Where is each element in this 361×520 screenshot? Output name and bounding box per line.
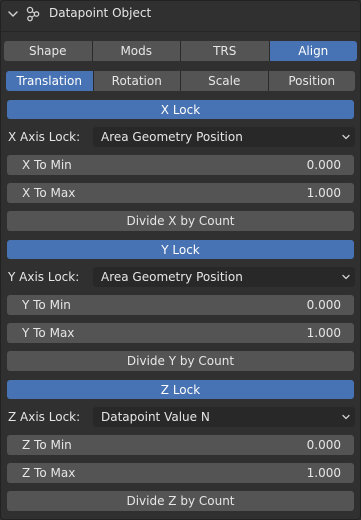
x-to-max-label: X To Max bbox=[22, 186, 76, 200]
chevron-down-icon bbox=[342, 414, 350, 420]
tab-trs[interactable]: TRS bbox=[181, 41, 270, 61]
chevron-down-icon bbox=[342, 134, 350, 140]
x-axis-lock-label: X Axis Lock: bbox=[8, 130, 81, 144]
z-lock-header[interactable]: Z Lock bbox=[7, 380, 354, 399]
x-to-max-field[interactable]: X To Max 1.000 bbox=[7, 183, 354, 203]
z-axis-lock-label: Z Axis Lock: bbox=[8, 410, 81, 424]
panel-title: Datapoint Object bbox=[49, 6, 152, 20]
datapoint-object-panel: Datapoint Object Shape Mods TRS Align Tr… bbox=[0, 0, 361, 520]
y-to-min-value: 0.000 bbox=[306, 298, 341, 312]
top-tab-bar: Shape Mods TRS Align bbox=[4, 41, 357, 61]
x-to-min-value: 0.000 bbox=[306, 158, 341, 172]
z-axis-lock-dropdown[interactable]: Datapoint Value N bbox=[93, 407, 355, 427]
tab-mods[interactable]: Mods bbox=[92, 41, 181, 61]
tab-align[interactable]: Align bbox=[269, 41, 357, 61]
x-lock-header[interactable]: X Lock bbox=[7, 100, 354, 119]
z-to-min-field[interactable]: Z To Min 0.000 bbox=[7, 435, 354, 455]
z-to-min-label: Z To Min bbox=[22, 438, 72, 452]
x-to-min-field[interactable]: X To Min 0.000 bbox=[7, 155, 354, 175]
y-axis-lock-value: Area Geometry Position bbox=[101, 270, 243, 284]
tab-translation[interactable]: Translation bbox=[6, 71, 94, 91]
divide-z-by-count-button[interactable]: Divide Z by Count bbox=[7, 491, 354, 511]
y-to-max-value: 1.000 bbox=[306, 326, 341, 340]
z-to-max-label: Z To Max bbox=[22, 466, 76, 480]
tab-rotation[interactable]: Rotation bbox=[93, 71, 181, 91]
tab-scale[interactable]: Scale bbox=[181, 71, 269, 91]
header-divider bbox=[1, 31, 360, 32]
panel-header[interactable]: Datapoint Object bbox=[1, 1, 360, 27]
divide-y-by-count-button[interactable]: Divide Y by Count bbox=[7, 351, 354, 371]
y-axis-lock-label: Y Axis Lock: bbox=[8, 270, 80, 284]
object-nodes-icon bbox=[26, 6, 40, 22]
y-to-min-label: Y To Min bbox=[22, 298, 71, 312]
y-to-min-field[interactable]: Y To Min 0.000 bbox=[7, 295, 354, 315]
x-to-max-value: 1.000 bbox=[306, 186, 341, 200]
x-axis-lock-dropdown[interactable]: Area Geometry Position bbox=[93, 127, 355, 147]
tab-shape[interactable]: Shape bbox=[4, 41, 93, 61]
chevron-down-icon bbox=[342, 274, 350, 280]
z-to-min-value: 0.000 bbox=[306, 438, 341, 452]
sub-tab-bar: Translation Rotation Scale Position bbox=[6, 71, 355, 91]
divide-x-by-count-button[interactable]: Divide X by Count bbox=[7, 211, 354, 231]
x-to-min-label: X To Min bbox=[22, 158, 72, 172]
y-lock-header[interactable]: Y Lock bbox=[7, 240, 354, 259]
z-to-max-value: 1.000 bbox=[306, 466, 341, 480]
tab-position[interactable]: Position bbox=[268, 71, 355, 91]
x-axis-lock-value: Area Geometry Position bbox=[101, 130, 243, 144]
z-to-max-field[interactable]: Z To Max 1.000 bbox=[7, 463, 354, 483]
y-to-max-field[interactable]: Y To Max 1.000 bbox=[7, 323, 354, 343]
y-to-max-label: Y To Max bbox=[22, 326, 75, 340]
chevron-down-icon[interactable] bbox=[7, 8, 19, 20]
z-axis-lock-value: Datapoint Value N bbox=[101, 410, 210, 424]
y-axis-lock-dropdown[interactable]: Area Geometry Position bbox=[93, 267, 355, 287]
